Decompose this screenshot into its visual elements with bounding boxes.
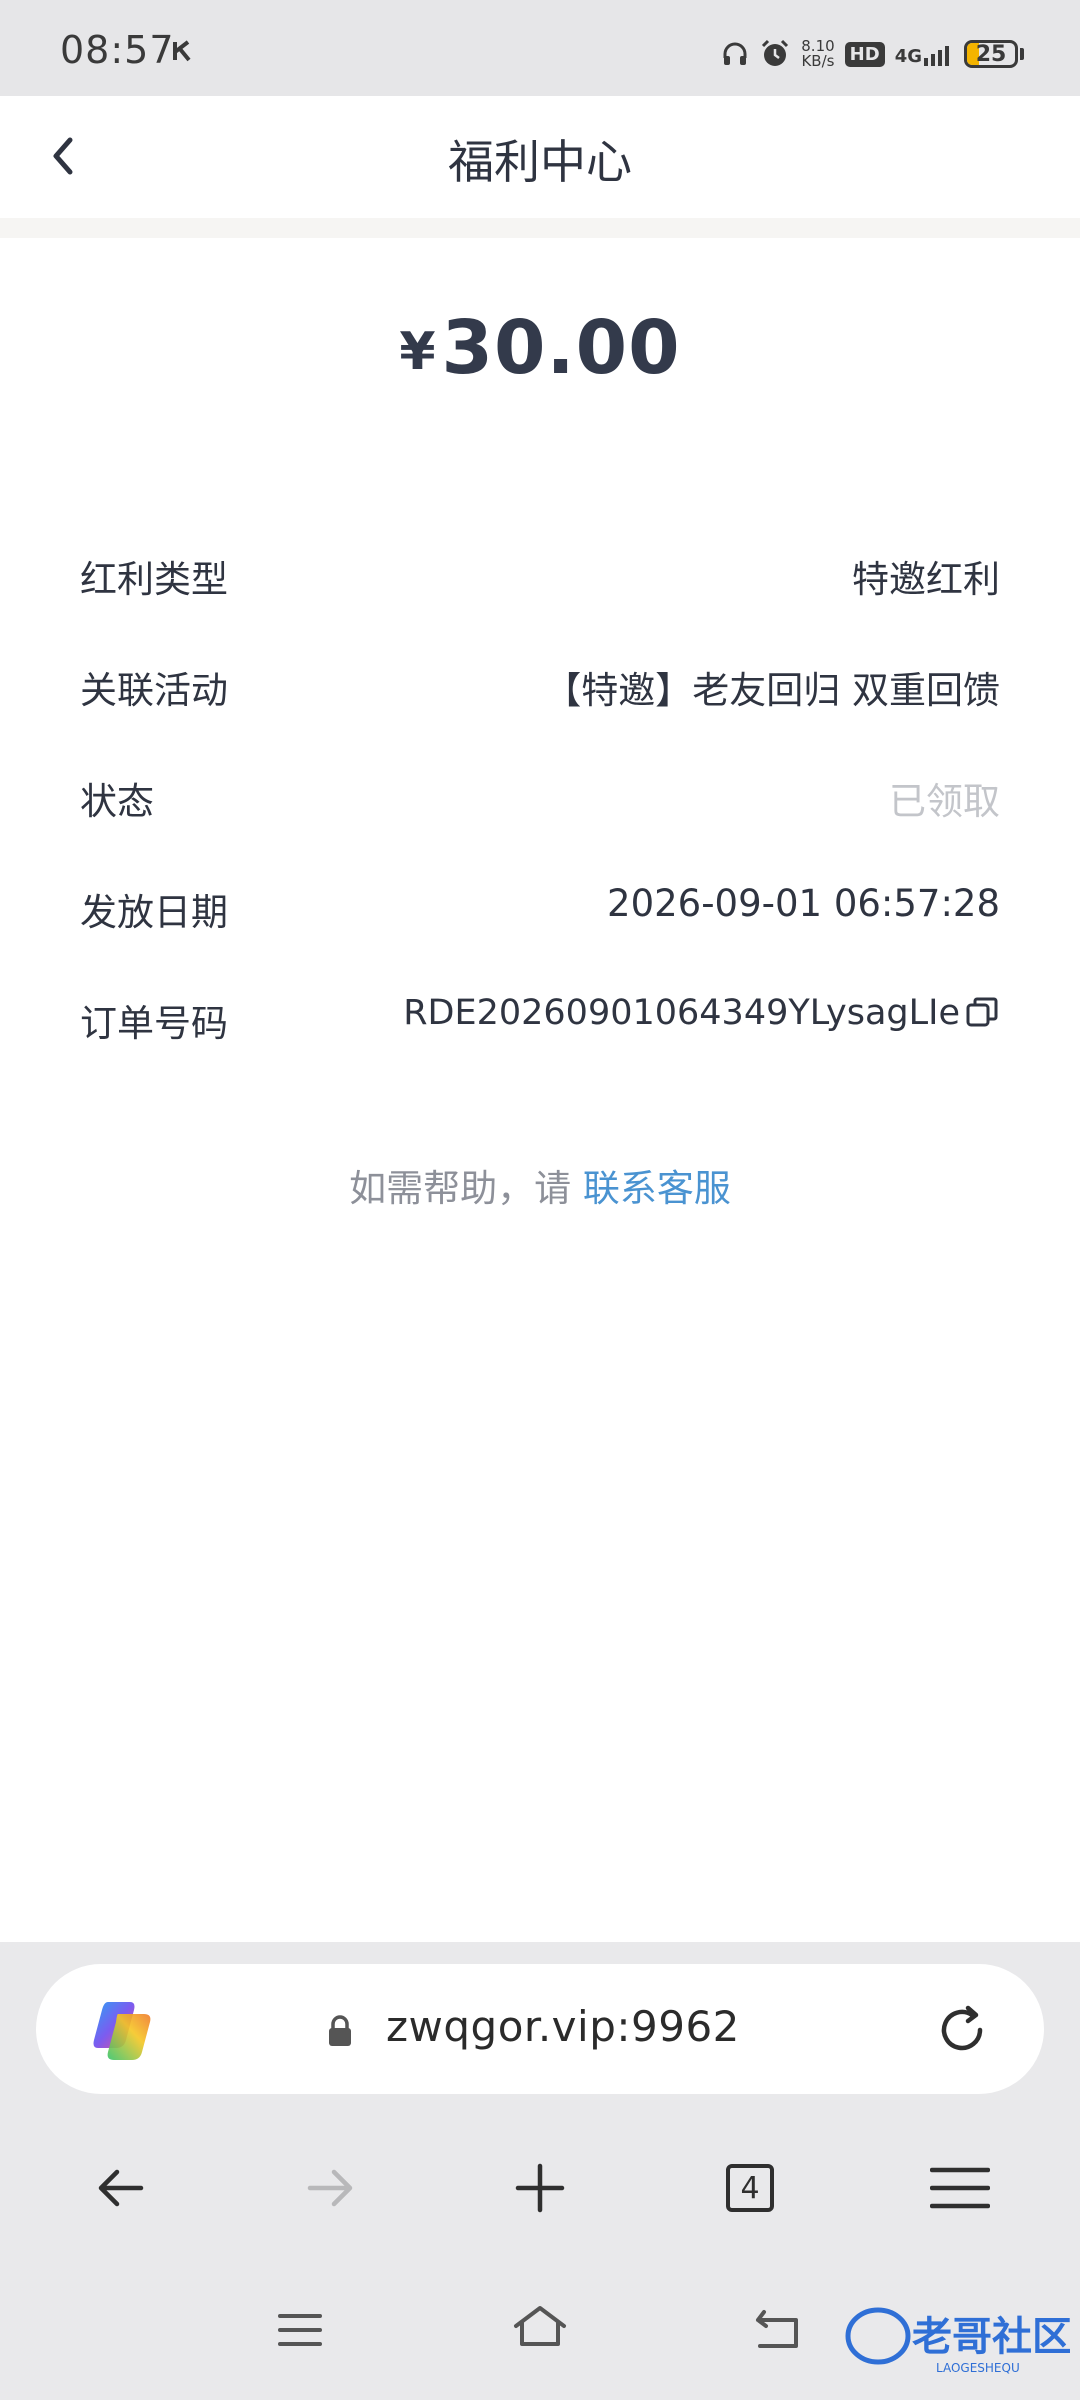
watermark-logo: 老哥社区 LAOGESHEQU — [845, 2307, 1070, 2375]
detail-row-activity: 关联活动 【特邀】老友回归 双重回馈 — [80, 646, 1000, 757]
speed-unit: KB/s — [801, 52, 835, 70]
watermark-text: 老哥社区 — [912, 2314, 1070, 2360]
copilot-icon[interactable] — [86, 1994, 158, 2066]
app-notification-icon — [173, 40, 191, 62]
help-prefix: 如需帮助，请 — [349, 1167, 583, 1210]
back-nav-button[interactable] — [83, 2150, 159, 2226]
order-number-text: RDE20260901064349YLysagLIe — [403, 993, 960, 1033]
contact-support-link[interactable]: 联系客服 — [583, 1167, 731, 1210]
tab-count: 4 — [726, 2164, 774, 2212]
detail-label: 发放日期 — [80, 891, 228, 934]
system-nav-bar: 老哥社区 LAOGESHEQU — [0, 2272, 1080, 2400]
detail-row-type: 红利类型 特邀红利 — [80, 535, 1000, 646]
detail-value: 特邀红利 — [852, 558, 1000, 601]
reload-icon[interactable] — [932, 2000, 992, 2060]
status-bar: 08:57 8.10 KB/s HD 4G 25 — [0, 0, 1080, 96]
detail-label: 订单号码 — [80, 1002, 228, 1045]
arrow-right-icon — [307, 2169, 353, 2207]
hd-badge: HD — [844, 41, 885, 67]
help-text: 如需帮助，请 联系客服 — [0, 1158, 1080, 1212]
headphones-icon — [723, 42, 747, 65]
detail-label: 关联活动 — [80, 669, 228, 712]
currency-symbol: ¥ — [399, 322, 436, 382]
detail-row-status: 状态 已领取 — [80, 757, 1000, 868]
plus-icon — [515, 2163, 565, 2213]
order-number: RDE20260901064349YLysagLIe — [403, 993, 1000, 1033]
address-bar[interactable]: zwqgor.vip:9962 — [36, 1964, 1044, 2094]
copy-icon[interactable] — [964, 995, 1000, 1031]
recent-apps-icon[interactable] — [276, 2310, 324, 2350]
detail-row-order: 订单号码 RDE20260901064349YLysagLIe — [80, 979, 1000, 1090]
forward-nav-button[interactable] — [292, 2150, 368, 2226]
amount-value: 30.00 — [441, 305, 681, 391]
header-divider — [0, 218, 1080, 238]
status-icons: 8.10 KB/s HD 4G 25 — [721, 34, 1024, 74]
signal-indicator: 4G — [895, 42, 954, 66]
bonus-details: 红利类型 特邀红利 关联活动 【特邀】老友回归 双重回馈 状态 已领取 发放日期… — [80, 535, 1000, 1090]
browser-toolbar: zwqgor.vip:9962 4 老哥社区 LAOGESHEQU — [0, 1942, 1080, 2400]
detail-value: 2026-09-01 06:57:28 — [607, 882, 1000, 925]
tabs-button[interactable]: 4 — [712, 2150, 788, 2226]
battery-indicator: 25 — [964, 40, 1018, 68]
status-value: 已领取 — [889, 780, 1000, 823]
hamburger-menu-icon — [930, 2167, 990, 2209]
battery-percent: 25 — [975, 41, 1007, 67]
arrow-left-icon — [98, 2169, 144, 2207]
network-speed: 8.10 KB/s — [801, 39, 834, 69]
network-type: 4G — [894, 46, 922, 67]
browser-nav: 4 — [0, 2132, 1080, 2242]
menu-button[interactable] — [922, 2150, 998, 2226]
lock-icon — [329, 2015, 351, 2046]
url-text[interactable]: zwqgor.vip:9962 — [386, 2002, 740, 2051]
detail-label: 红利类型 — [80, 558, 228, 601]
detail-row-date: 发放日期 2026-09-01 06:57:28 — [80, 868, 1000, 979]
status-time: 08:57 — [60, 28, 175, 72]
page-title: 福利中心 — [448, 135, 632, 189]
signal-bars-icon — [924, 46, 949, 66]
page-header: 福利中心 — [0, 96, 1080, 218]
detail-value: 【特邀】老友回归 双重回馈 — [544, 669, 1000, 712]
home-icon[interactable] — [510, 2302, 570, 2352]
new-tab-button[interactable] — [502, 2150, 578, 2226]
bonus-amount: ¥30.00 — [0, 305, 1080, 391]
battery-tip — [1020, 48, 1024, 60]
return-icon[interactable] — [752, 2306, 806, 2352]
alarm-icon — [762, 39, 789, 66]
detail-label: 状态 — [80, 780, 154, 823]
watermark-subtext: LAOGESHEQU — [936, 2361, 1020, 2375]
